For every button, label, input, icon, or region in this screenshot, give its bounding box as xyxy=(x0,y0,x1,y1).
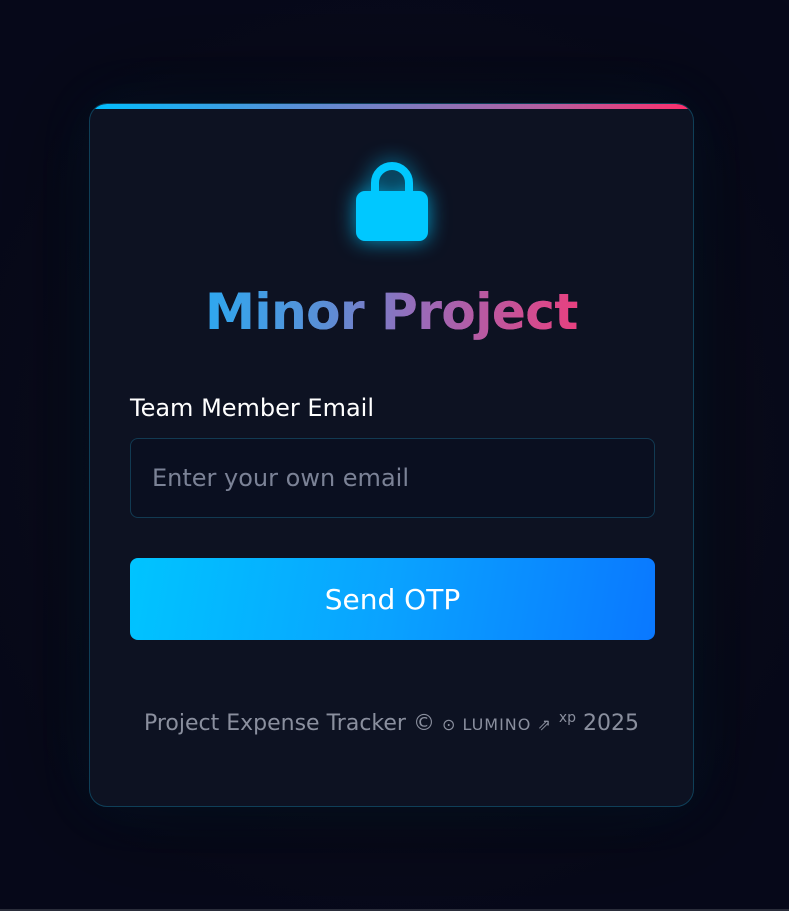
login-card: Minor Project Team Member Email Send OTP… xyxy=(89,103,694,807)
page-title: Minor Project xyxy=(90,282,693,342)
page-title-text: Minor Project xyxy=(205,283,578,341)
page: Minor Project Team Member Email Send OTP… xyxy=(0,0,789,911)
email-label: Team Member Email xyxy=(130,394,374,422)
footer: Project Expense Tracker © ⊙ LUMINO ⇗ xp … xyxy=(90,710,693,736)
lock-icon xyxy=(354,159,430,245)
footer-brand-sup: xp xyxy=(558,710,577,726)
card-accent-bar xyxy=(90,104,693,109)
email-input[interactable] xyxy=(130,438,655,518)
send-otp-button[interactable]: Send OTP xyxy=(130,558,655,640)
footer-year: 2025 xyxy=(583,711,640,736)
footer-prefix: Project Expense Tracker © xyxy=(143,711,435,736)
footer-brand: ⊙ LUMINO ⇗ xyxy=(441,715,552,734)
